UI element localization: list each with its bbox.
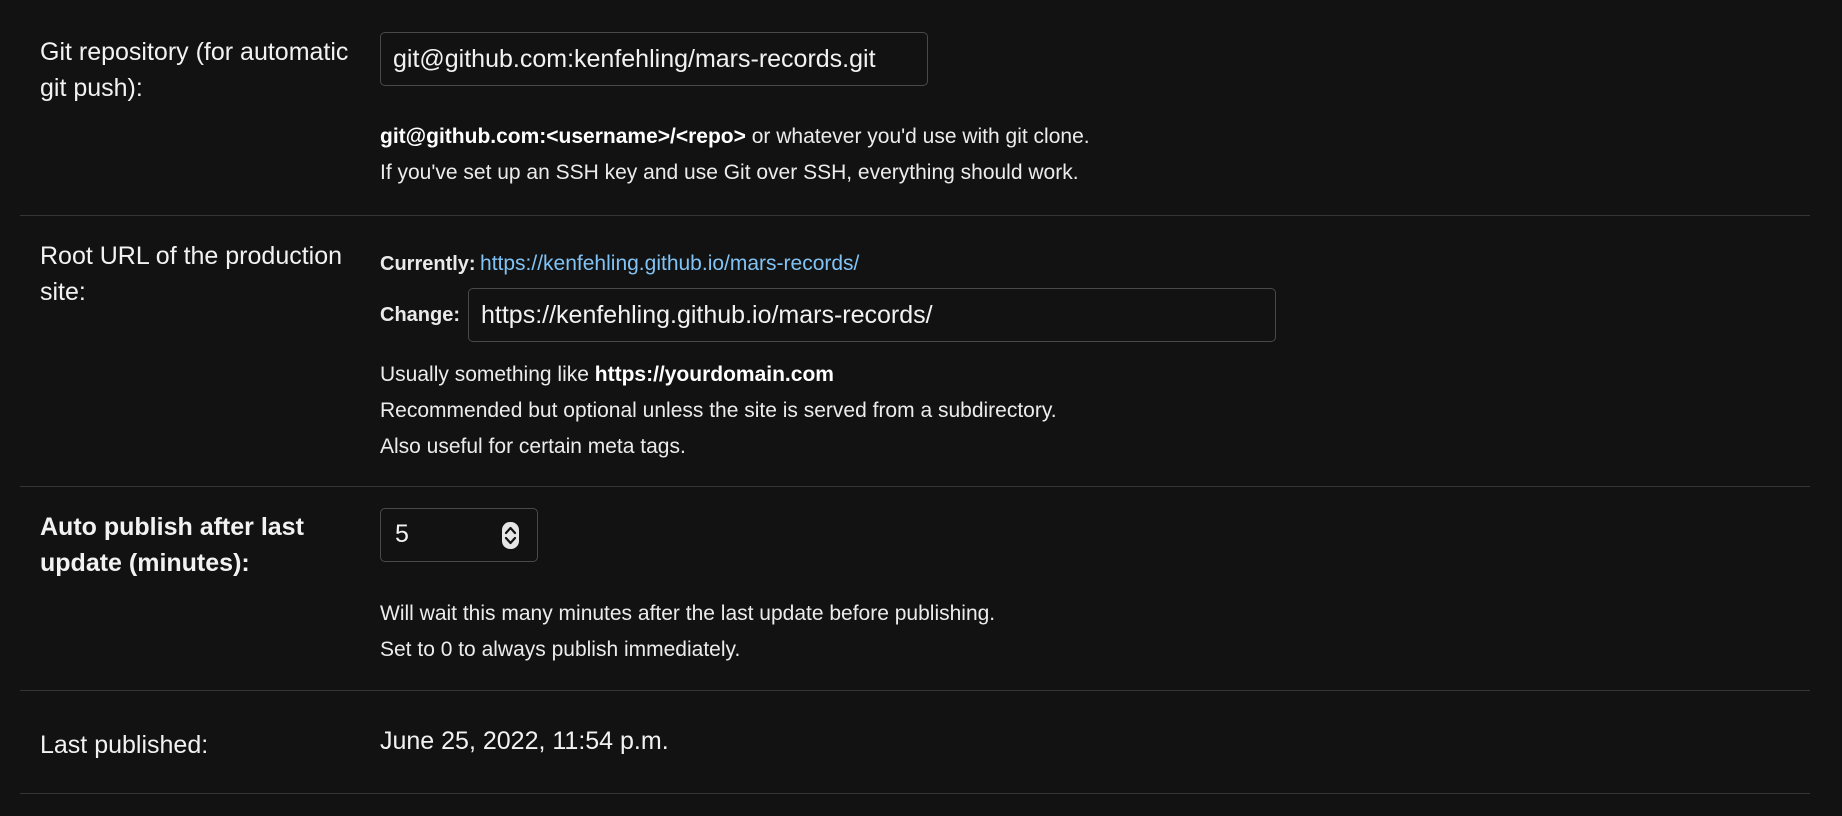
auto-publish-label: Auto publish after last update (minutes)… [40,513,304,577]
currently-label: Currently: [380,253,476,275]
git-repository-help: git@github.com:<username>/<repo> or what… [380,119,1090,191]
git-repository-label: Git repository (for automatic git push): [40,38,349,102]
root-url-help-line3: Also useful for certain meta tags. [380,435,686,458]
root-url-help-example: https://yourdomain.com [594,363,834,386]
root-url-input[interactable] [468,288,1276,342]
git-repository-help-line2: If you've set up an SSH key and use Git … [380,161,1079,184]
stepper-arrows-icon[interactable] [502,522,519,549]
root-url-help-prefix: Usually something like [380,363,595,386]
auto-publish-help: Will wait this many minutes after the la… [380,596,995,668]
last-published-row: Last published: June 25, 2022, 11:54 p.m… [20,691,1810,794]
git-repository-row: Git repository (for automatic git push):… [20,0,1810,216]
currently-link[interactable]: https://kenfehling.github.io/mars-record… [480,252,859,275]
root-url-help: Usually something like https://yourdomai… [380,357,1057,465]
root-url-help-line2: Recommended but optional unless the site… [380,399,1057,422]
root-url-row: Root URL of the production site: Current… [20,216,1810,487]
git-repository-input[interactable] [380,32,928,86]
auto-publish-help-line1: Will wait this many minutes after the la… [380,602,996,625]
last-published-label: Last published: [40,731,209,759]
root-url-label: Root URL of the production site: [40,242,343,306]
change-label: Change: [380,303,460,326]
auto-publish-row: Auto publish after last update (minutes)… [20,487,1810,691]
root-url-currently: Currently: https://kenfehling.github.io/… [380,252,859,276]
auto-publish-stepper[interactable] [380,508,538,562]
last-published-value: June 25, 2022, 11:54 p.m. [380,727,669,755]
git-repository-help-format: git@github.com:<username>/<repo> [380,125,746,148]
auto-publish-input[interactable] [381,509,519,560]
git-repository-help-text: or whatever you'd use with git clone. [745,125,1090,148]
auto-publish-help-line2: Set to 0 to always publish immediately. [380,638,741,661]
settings-form: Git repository (for automatic git push):… [20,0,1810,794]
